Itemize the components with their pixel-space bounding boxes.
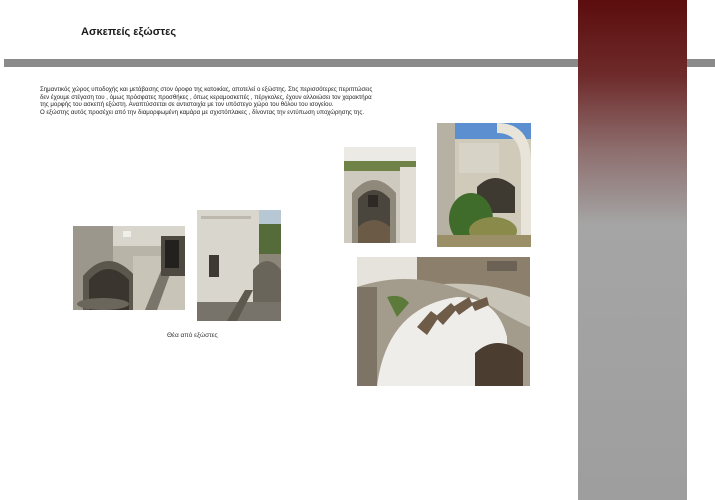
photo-balcony-view-right bbox=[197, 210, 281, 321]
side-gradient-panel bbox=[578, 0, 687, 500]
photo-courtyard-arch bbox=[437, 123, 531, 247]
slide-title: Ασκεπείς εξώστες bbox=[81, 26, 177, 38]
photo-vaulted-arch-schist bbox=[357, 257, 530, 386]
body-line-2: δεν έχουμε στέγαση του , όμως πρόσφατες … bbox=[40, 93, 372, 101]
body-text: Σημαντικός χώρος υποδοχής και μετάβασης … bbox=[40, 86, 440, 116]
photo-balcony-view-left bbox=[73, 226, 185, 310]
photo-caption: Θέα από εξώστες bbox=[167, 332, 218, 339]
body-line-1: Σημαντικός χώρος υποδοχής και μετάβασης … bbox=[40, 86, 373, 93]
body-line-3: της μορφής του ασκεπή εξώστη. Αναπτύσσετ… bbox=[40, 101, 334, 109]
photo-arched-doorway bbox=[344, 147, 416, 243]
body-line-4: Ο εξώστης αυτός προσέχει από την διαμορφ… bbox=[40, 108, 365, 116]
